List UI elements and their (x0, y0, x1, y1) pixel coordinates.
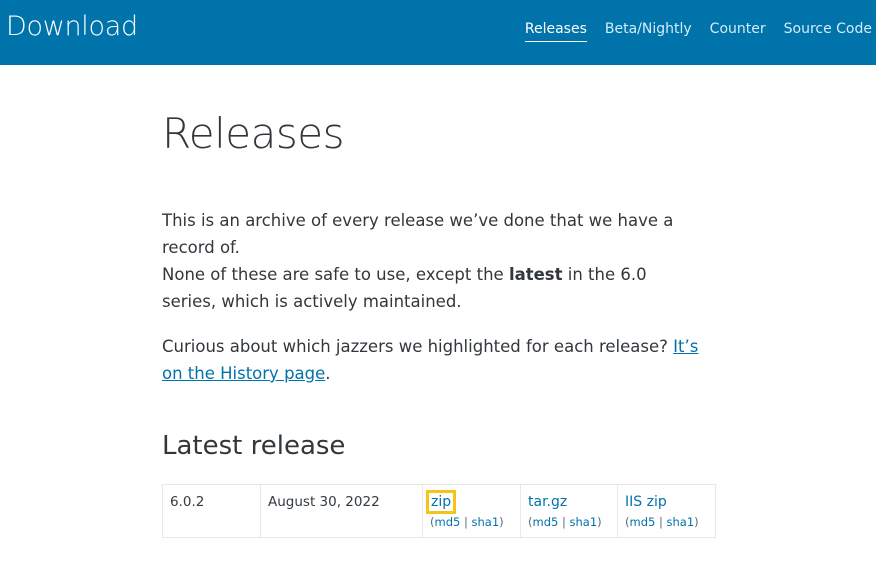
md5-link[interactable]: md5 (435, 515, 461, 529)
download-cell-iis-zip: IIS zip (md5 | sha1) (617, 484, 716, 538)
top-bar: Download Releases Beta/Nightly Counter S… (0, 0, 876, 65)
history-text: Curious about which jazzers we highlight… (162, 337, 674, 356)
separator: | (463, 515, 468, 529)
checksums: (md5 | sha1) (528, 515, 602, 529)
page-title: Releases (162, 109, 345, 158)
main-content: Releases This is an archive of every rel… (162, 105, 722, 538)
download-cell-targz: tar.gz (md5 | sha1) (520, 484, 618, 538)
checksums: (md5 | sha1) (625, 515, 699, 529)
separator: | (561, 515, 566, 529)
intro-line-2-before: None of these are safe to use, except th… (162, 265, 509, 284)
zip-download-link[interactable]: zip (425, 490, 457, 514)
nav-source-code[interactable]: Source Code (784, 21, 872, 42)
md5-link[interactable]: md5 (533, 515, 559, 529)
separator: | (658, 515, 663, 529)
latest-release-table: 6.0.2 August 30, 2022 zip (md5 | sha1) t… (162, 484, 716, 538)
site-title-link[interactable]: Download (6, 11, 138, 42)
date-cell: August 30, 2022 (260, 484, 423, 538)
latest-release-heading: Latest release (162, 431, 346, 461)
sha1-link[interactable]: sha1 (472, 515, 500, 529)
nav-releases[interactable]: Releases (524, 21, 587, 42)
nav-beta-nightly[interactable]: Beta/Nightly (605, 21, 692, 42)
checksums: (md5 | sha1) (430, 515, 504, 529)
md5-link[interactable]: md5 (630, 515, 656, 529)
history-paragraph: Curious about which jazzers we highlight… (162, 333, 707, 387)
iis-zip-download-link[interactable]: IIS zip (625, 494, 667, 510)
intro-paragraph: This is an archive of every release we’v… (162, 207, 692, 315)
history-period: . (325, 364, 331, 383)
sha1-link[interactable]: sha1 (570, 515, 598, 529)
nav-counter[interactable]: Counter (710, 21, 766, 42)
table-row: 6.0.2 August 30, 2022 zip (md5 | sha1) t… (162, 484, 716, 538)
latest-emphasis: latest (508, 265, 563, 284)
targz-download-link[interactable]: tar.gz (528, 494, 567, 510)
download-cell-zip: zip (md5 | sha1) (422, 484, 521, 538)
version-cell: 6.0.2 (162, 484, 261, 538)
sha1-link[interactable]: sha1 (667, 515, 695, 529)
main-nav: Releases Beta/Nightly Counter Source Cod… (524, 21, 876, 42)
intro-line-1: This is an archive of every release we’v… (162, 211, 674, 257)
